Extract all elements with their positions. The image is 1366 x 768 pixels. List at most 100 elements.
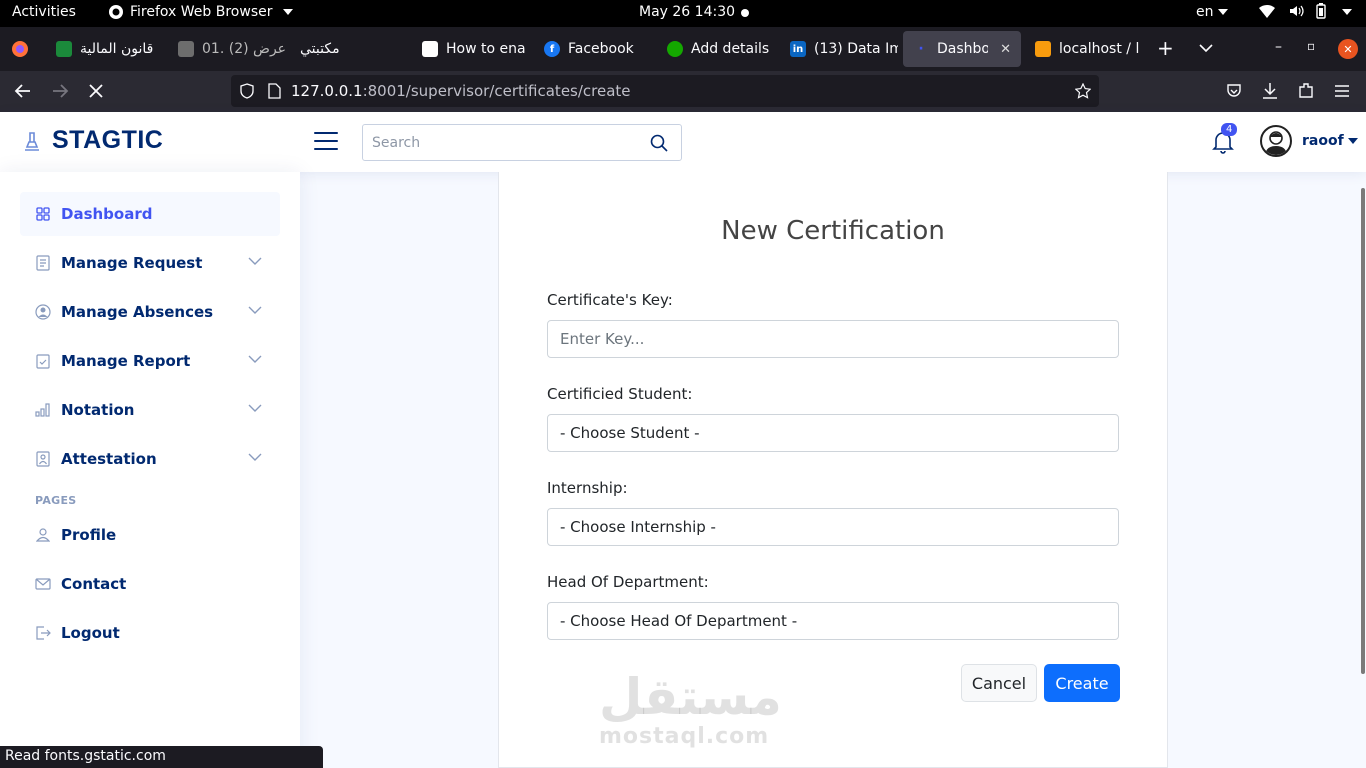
student-select-value: - Choose Student - (560, 424, 700, 442)
user-menu[interactable]: raoof (1302, 133, 1358, 149)
browser-tab[interactable]: قانون المالية (46, 31, 164, 67)
chevron-down-icon (1347, 138, 1358, 144)
watermark-latin: mostaql.com (599, 724, 770, 749)
sidebar-item-notation[interactable]: Notation (20, 388, 280, 432)
tab-label: قانون المالية (80, 41, 154, 57)
sidebar: Dashboard Manage Request Manage Absences… (0, 172, 300, 768)
browser-tab[interactable]: Add details (657, 31, 775, 67)
browser-tab[interactable]: localhost / l (1025, 31, 1143, 67)
clock[interactable]: May 26 14:30 (639, 4, 735, 20)
volume-icon (1290, 5, 1304, 17)
certification-form-card: New Certification Certificate's Key: Ent… (498, 172, 1168, 768)
browser-tab[interactable]: How to ena (412, 31, 530, 67)
browser-tab[interactable]: مكتبتي (290, 31, 350, 67)
sidebar-item-dashboard[interactable]: Dashboard (20, 192, 280, 236)
menu-icon[interactable] (1334, 84, 1350, 98)
tab-label: Add details (691, 41, 770, 57)
browser-tab[interactable]: f Facebook (534, 31, 652, 67)
chevron-down-icon (248, 355, 262, 363)
head-of-department-select[interactable]: - Choose Head Of Department - (547, 602, 1119, 640)
language-selector[interactable]: en (1196, 4, 1228, 20)
file-person-icon (35, 451, 51, 467)
logo[interactable]: STAGTIC (22, 126, 163, 155)
shield-icon[interactable] (239, 83, 255, 99)
create-button[interactable]: Create (1044, 664, 1120, 702)
sidebar-item-label: Manage Request (61, 254, 203, 272)
new-tab-icon[interactable]: + (1157, 36, 1174, 60)
person-icon (35, 527, 51, 543)
sidebar-item-manage-absences[interactable]: Manage Absences (20, 290, 280, 334)
tab-label: مكتبتي (300, 41, 340, 57)
close-tab-icon[interactable]: ✕ (1000, 42, 1011, 57)
browser-tab[interactable]: 01. عرض (2) (168, 31, 288, 67)
internship-label: Internship: (547, 479, 628, 497)
browser-tab-bar: قانون المالية 01. عرض (2) مكتبتي How to … (0, 27, 1366, 71)
sidebar-item-contact[interactable]: Contact (20, 562, 280, 606)
search-icon[interactable] (650, 134, 668, 152)
tab-label: Facebook (568, 41, 634, 57)
linkedin-icon: in (790, 41, 806, 57)
chevron-down-icon (1342, 9, 1352, 15)
sidebar-item-manage-request[interactable]: Manage Request (20, 241, 280, 285)
sidebar-item-logout[interactable]: Logout (20, 611, 280, 655)
head-of-department-label: Head Of Department: (547, 573, 709, 591)
sidebar-item-manage-report[interactable]: Manage Report (20, 339, 280, 383)
chevron-down-icon (248, 404, 262, 412)
key-label: Certificate's Key: (547, 291, 673, 309)
page-scrollbar[interactable] (1361, 188, 1365, 674)
app-menu[interactable]: Firefox Web Browser (108, 4, 293, 20)
tab-label: (13) Data Im (814, 41, 898, 57)
bookmark-star-icon[interactable] (1075, 83, 1091, 99)
certificate-key-input[interactable]: Enter Key... (547, 320, 1119, 358)
sidebar-item-label: Dashboard (61, 205, 153, 223)
sidebar-item-label: Manage Report (61, 352, 191, 370)
cancel-button[interactable]: Cancel (961, 664, 1037, 702)
watermark-arabic: مستقل (599, 668, 782, 726)
pocket-icon[interactable] (1226, 83, 1242, 99)
sidebar-item-profile[interactable]: Profile (20, 513, 280, 557)
sidebar-item-label: Profile (61, 526, 117, 544)
hod-select-value: - Choose Head Of Department - (560, 612, 798, 630)
language-label: en (1196, 4, 1214, 20)
search-input[interactable]: Search (362, 124, 682, 161)
sidebar-item-label: Manage Absences (61, 303, 214, 321)
system-menu[interactable] (1258, 3, 1352, 19)
activities-button[interactable]: Activities (12, 4, 76, 20)
avatar[interactable] (1260, 125, 1292, 157)
sidebar-item-attestation[interactable]: Attestation (20, 437, 280, 481)
downloads-icon[interactable] (1262, 82, 1278, 100)
tab-label: Dashboar (937, 41, 989, 57)
tab-label: How to ena (446, 41, 526, 57)
url-bar[interactable]: 127.0.0.1:8001/supervisor/certificates/c… (231, 75, 1099, 107)
list-tabs-chevron-icon[interactable] (1199, 43, 1213, 53)
sidebar-toggle-icon[interactable] (314, 132, 338, 152)
close-window-icon[interactable]: ✕ (1338, 39, 1358, 59)
browser-tab[interactable]: in (13) Data Im (780, 31, 898, 67)
sidebar-section-heading: PAGES (35, 494, 77, 507)
brand-name: STAGTIC (52, 126, 164, 154)
watermark: مستقل mostaql.com (599, 668, 782, 750)
sidebar-item-label: Contact (61, 575, 127, 593)
chevron-down-icon (1217, 9, 1228, 15)
extensions-icon[interactable] (1298, 82, 1314, 100)
box-arrow-right-icon (35, 625, 51, 641)
student-select[interactable]: - Choose Student - (547, 414, 1119, 452)
url-path: :8001/supervisor/certificates/create (362, 82, 631, 100)
battery-icon (1316, 3, 1326, 19)
internship-select[interactable]: - Choose Internship - (547, 508, 1119, 546)
phpmyadmin-icon (1035, 41, 1051, 57)
student-label: Certificied Student: (547, 385, 693, 403)
maximize-window-icon[interactable]: ▫ (1307, 39, 1315, 53)
search-placeholder: Search (372, 135, 421, 151)
favicon-icon (422, 41, 438, 57)
firefox-view-icon[interactable] (10, 39, 30, 59)
browser-tab-active[interactable]: · Dashboar ✕ (903, 31, 1021, 67)
forward-arrow-icon[interactable] (51, 82, 69, 100)
chevron-down-icon (248, 257, 262, 265)
facebook-icon: f (544, 41, 560, 57)
chevron-down-icon (282, 9, 293, 15)
page-info-icon[interactable] (267, 83, 281, 99)
minimize-window-icon[interactable]: – (1275, 39, 1282, 55)
stop-loading-icon[interactable] (88, 83, 104, 99)
back-arrow-icon[interactable] (14, 82, 32, 100)
